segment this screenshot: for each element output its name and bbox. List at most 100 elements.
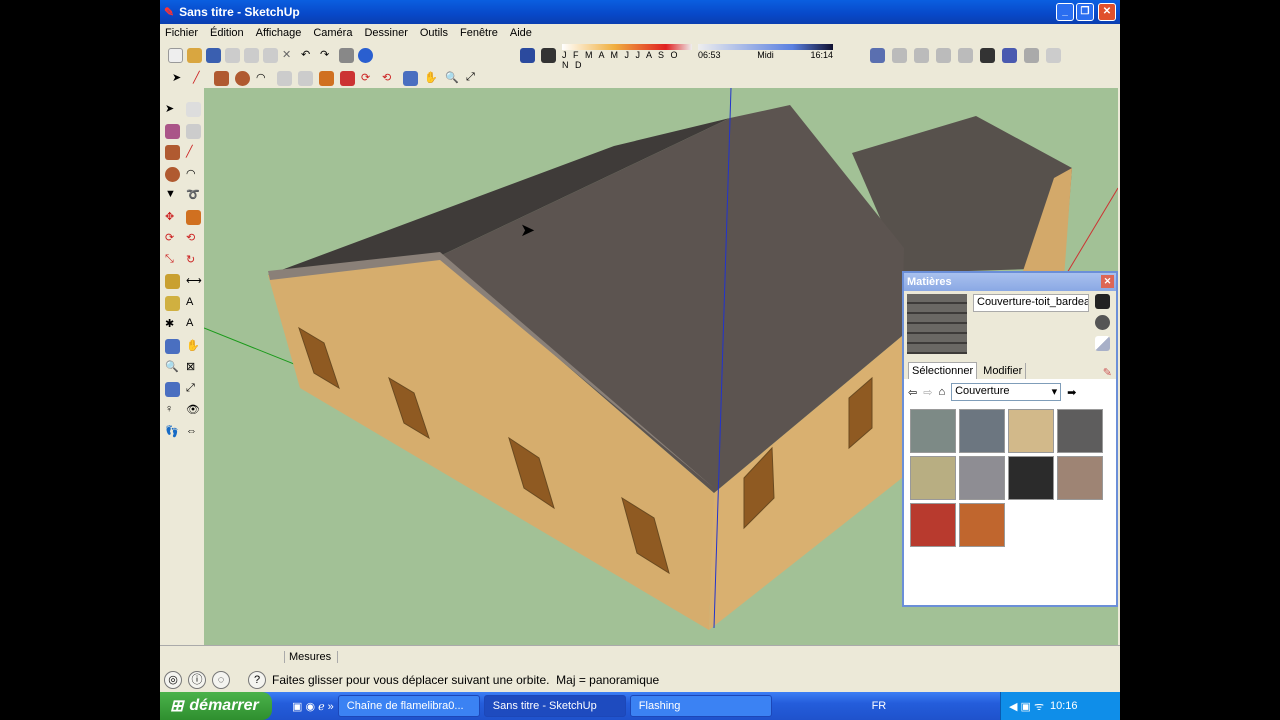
select-tool-icon[interactable]: ➤ (165, 102, 180, 117)
walk-icon[interactable]: 👣 (165, 425, 180, 440)
tray-icons[interactable]: ◀ ▣ ᯤ (1009, 699, 1044, 714)
scale-icon[interactable]: ⤡ (165, 253, 180, 268)
polygon-icon[interactable]: ▼ (165, 188, 180, 203)
axes-icon[interactable]: ✱ (165, 317, 180, 332)
shadow-settings-icon[interactable] (520, 47, 535, 63)
section-plane-icon[interactable]: ⇔ (186, 425, 201, 440)
position-camera-icon[interactable]: ♀ (165, 403, 180, 418)
previous-view-icon[interactable] (165, 381, 180, 397)
language-indicator[interactable]: FR (872, 700, 887, 712)
details-icon[interactable]: ➡ (1067, 386, 1076, 399)
iso-view-icon[interactable] (870, 47, 885, 63)
pan-tool-icon[interactable]: ✋ (186, 339, 201, 354)
eyedropper-icon[interactable]: ✎ (1103, 366, 1112, 379)
material-swatch[interactable] (910, 409, 956, 453)
circle-tool-icon[interactable] (165, 166, 180, 182)
arc-tool-icon[interactable]: ◠ (186, 167, 201, 182)
rotate-tool2-icon[interactable]: ⟳ (165, 231, 180, 246)
dimension-icon[interactable]: ⟷ (186, 274, 202, 289)
paste-icon[interactable] (263, 47, 278, 63)
forward-icon[interactable]: ⇨ (923, 386, 932, 399)
rotate-icon[interactable] (1024, 47, 1039, 63)
front-view-icon[interactable] (914, 47, 929, 63)
task-chrome[interactable]: Chaîne de flamelibra0... (337, 695, 480, 717)
menu-fenetre[interactable]: Fenêtre (460, 27, 498, 39)
component-icon[interactable] (186, 102, 201, 117)
offset-icon[interactable]: ⟲ (382, 71, 397, 86)
copy-icon[interactable] (244, 47, 259, 63)
eraser-icon[interactable] (277, 70, 292, 86)
rotate-tool-icon[interactable]: ⟳ (361, 71, 376, 86)
rectangle-icon[interactable] (214, 70, 229, 86)
orbit-icon[interactable] (403, 70, 418, 86)
default-material-icon[interactable] (1095, 336, 1110, 351)
move-icon[interactable] (340, 70, 355, 86)
material-swatch[interactable] (1008, 456, 1054, 500)
text-icon[interactable]: A (186, 296, 201, 311)
credits-icon[interactable]: ⓘ (188, 671, 206, 689)
material-swatch[interactable] (1057, 409, 1103, 453)
open-icon[interactable] (187, 47, 202, 63)
circle-icon[interactable] (235, 70, 250, 86)
menu-edition[interactable]: Édition (210, 27, 244, 39)
material-swatch[interactable] (910, 456, 956, 500)
task-sketchup[interactable]: Sans titre - SketchUp (483, 695, 626, 717)
3d-text-icon[interactable]: A (186, 317, 201, 332)
home-icon[interactable]: ⌂ (938, 386, 945, 398)
close-button[interactable]: ✕ (1098, 3, 1116, 21)
select-icon[interactable]: ➤ (172, 71, 187, 86)
start-button[interactable]: ⊞ démarrer (160, 692, 272, 720)
sandbox-icon[interactable] (1046, 47, 1061, 63)
offset-tool-icon[interactable]: ↻ (186, 253, 201, 268)
menu-camera[interactable]: Caméra (313, 27, 352, 39)
material-swatch[interactable] (910, 503, 956, 547)
menu-outils[interactable]: Outils (420, 27, 448, 39)
help-icon[interactable]: ? (248, 671, 266, 689)
rectangle-tool-icon[interactable] (165, 145, 180, 160)
push-pull-tool-icon[interactable] (186, 209, 201, 225)
tab-selectionner[interactable]: Sélectionner (908, 362, 978, 379)
zoom-extents-tool-icon[interactable]: ⤢ (186, 382, 201, 397)
menu-dessiner[interactable]: Dessiner (364, 27, 407, 39)
display-secondary-icon[interactable] (1095, 294, 1110, 309)
paint-icon[interactable] (298, 70, 313, 86)
model-info-icon[interactable] (358, 47, 373, 63)
textured-icon[interactable] (1002, 47, 1017, 63)
push-pull-icon[interactable] (319, 70, 334, 86)
material-swatch[interactable] (1008, 409, 1054, 453)
delete-icon[interactable]: ✕ (282, 48, 297, 63)
month-slider[interactable]: J F M A M J J A S O N D (562, 44, 692, 70)
menu-aide[interactable]: Aide (510, 27, 532, 39)
zoom-tool-icon[interactable]: 🔍 (165, 360, 180, 375)
menu-fichier[interactable]: Fichier (165, 27, 198, 39)
freehand-icon[interactable]: ➰ (186, 188, 201, 203)
follow-me-icon[interactable]: ⟲ (186, 231, 201, 246)
new-icon[interactable] (168, 47, 183, 63)
line-icon[interactable]: ╱ (193, 71, 208, 86)
print-icon[interactable] (339, 47, 354, 63)
paint-bucket-icon[interactable] (165, 123, 180, 139)
task-flashing[interactable]: Flashing (629, 695, 772, 717)
quicklaunch-icon[interactable]: ▣ ◉ ℯ » (292, 700, 334, 713)
move-tool-icon[interactable]: ✥ (165, 210, 180, 225)
library-dropdown[interactable]: Couverture ▾ (951, 383, 1062, 401)
top-view-icon[interactable] (892, 47, 907, 63)
save-icon[interactable] (206, 47, 221, 63)
right-view-icon[interactable] (936, 47, 951, 63)
material-swatch[interactable] (959, 503, 1005, 547)
undo-icon[interactable]: ↶ (301, 48, 316, 63)
back-view-icon[interactable] (958, 47, 973, 63)
protractor-icon[interactable] (165, 295, 180, 311)
material-swatch[interactable] (959, 409, 1005, 453)
line-tool-icon[interactable]: ╱ (186, 145, 201, 160)
eraser-tool-icon[interactable] (186, 123, 201, 139)
shaded-icon[interactable] (980, 47, 995, 63)
panel-close-button[interactable]: ✕ (1101, 275, 1114, 288)
material-swatch[interactable] (959, 456, 1005, 500)
zoom-window-icon[interactable]: ⊠ (186, 360, 201, 375)
cut-icon[interactable] (225, 47, 240, 63)
orbit-tool-icon[interactable] (165, 338, 180, 354)
look-around-icon[interactable]: 👁 (186, 403, 201, 418)
minimize-button[interactable]: _ (1056, 3, 1074, 21)
tape-measure-icon[interactable] (165, 274, 180, 289)
